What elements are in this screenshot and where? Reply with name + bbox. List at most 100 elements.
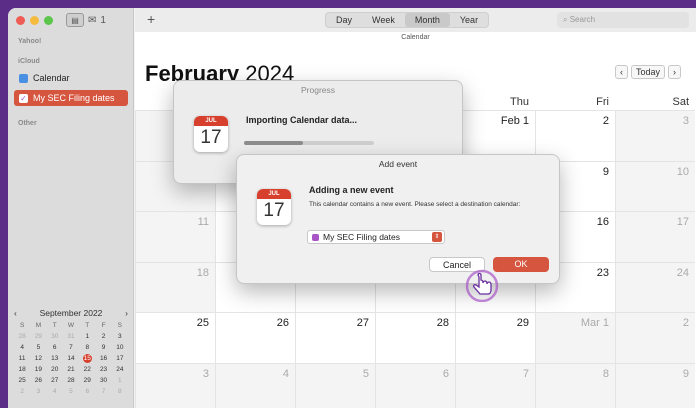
sec-checkbox-icon[interactable]: ✓ [19, 93, 28, 103]
day-cell[interactable]: 27 [295, 312, 375, 363]
mini-day[interactable]: 10 [112, 343, 128, 352]
inbox-icon[interactable]: ✉ [88, 15, 96, 26]
mini-day[interactable]: 16 [95, 354, 111, 363]
sidebar-item-sec-filing-dates[interactable]: ✓ My SEC Filing dates [14, 90, 128, 106]
mini-day[interactable]: 31 [63, 332, 79, 341]
mini-day[interactable]: 15 [82, 354, 92, 363]
tab-year[interactable]: Year [450, 13, 488, 27]
chevron-right-icon[interactable]: › [668, 65, 682, 79]
day-cell[interactable]: 8 [535, 362, 615, 408]
chevron-left-icon[interactable]: ‹ [14, 308, 17, 318]
search-input[interactable]: ⌕ Search [557, 12, 689, 28]
tab-day[interactable]: Day [326, 13, 362, 27]
day-cell[interactable]: 28 [375, 312, 455, 363]
chevron-left-icon[interactable]: ‹ [615, 65, 628, 79]
mini-day[interactable]: 30 [95, 376, 111, 385]
mini-day[interactable]: 2 [14, 387, 30, 396]
mini-day[interactable]: 3 [112, 332, 128, 341]
calendar-checkbox[interactable] [19, 73, 28, 83]
day-cell[interactable]: 5 [295, 362, 375, 408]
mini-day[interactable]: 8 [79, 343, 95, 352]
mini-day[interactable]: 13 [47, 354, 63, 363]
mini-dow: S [117, 322, 123, 329]
mini-day[interactable]: 28 [63, 376, 79, 385]
section-yahoo: Yahoo! [18, 38, 42, 45]
mini-day[interactable]: 4 [14, 343, 30, 352]
ok-button[interactable]: OK [493, 257, 549, 272]
calendar-list-icon[interactable]: ▤ [66, 13, 84, 27]
add-event-dialog-title: Add event [378, 159, 418, 169]
window-controls [16, 16, 53, 25]
mini-day[interactable]: 8 [112, 387, 128, 396]
mini-day[interactable]: 6 [79, 387, 95, 396]
zoom-button[interactable] [44, 16, 53, 25]
day-cell[interactable]: 17 [615, 211, 695, 262]
sidebar-item-calendar[interactable]: Calendar [14, 70, 128, 86]
calendar-app-icon: JUL 17 [194, 116, 228, 152]
day-cell[interactable]: 3 [135, 362, 215, 408]
day-cell[interactable]: 6 [375, 362, 455, 408]
calendar-app-icon: JUL 17 [257, 189, 291, 225]
day-cell[interactable]: 2 [615, 312, 695, 363]
day-header-fri: Fri [596, 96, 609, 108]
destination-calendar-select[interactable]: My SEC Filing dates ⇕ [307, 230, 445, 244]
day-cell[interactable]: 9 [615, 362, 695, 408]
mini-day[interactable]: 1 [112, 376, 128, 385]
mini-day[interactable]: 7 [95, 387, 111, 396]
day-cell[interactable]: 11 [135, 211, 215, 262]
progress-bar [244, 141, 374, 145]
mini-day[interactable]: 5 [63, 387, 79, 396]
mini-day[interactable]: 12 [30, 354, 46, 363]
tab-week[interactable]: Week [362, 13, 405, 27]
day-cell[interactable]: 18 [135, 261, 215, 312]
mini-day[interactable]: 1 [79, 332, 95, 341]
chevron-right-icon[interactable]: › [125, 308, 128, 318]
day-cell[interactable]: 2 [535, 110, 615, 161]
mini-day[interactable]: 22 [79, 365, 95, 374]
mini-dow: F [101, 322, 106, 329]
add-event-icon[interactable]: + [147, 11, 155, 27]
day-cell[interactable]: Mar 1 [535, 312, 615, 363]
mini-day[interactable]: 21 [63, 365, 79, 374]
day-cell[interactable]: 24 [615, 261, 695, 312]
mini-day[interactable]: 23 [95, 365, 111, 374]
mini-day[interactable]: 19 [30, 365, 46, 374]
mini-day[interactable]: 29 [30, 332, 46, 341]
minimize-button[interactable] [30, 16, 39, 25]
mini-day[interactable]: 25 [14, 376, 30, 385]
day-cell[interactable]: 3 [615, 110, 695, 161]
day-cell[interactable]: 26 [215, 312, 295, 363]
mini-day[interactable]: 4 [47, 387, 63, 396]
tab-month[interactable]: Month [404, 13, 450, 27]
mini-day[interactable]: 14 [63, 354, 79, 363]
mini-day[interactable]: 3 [30, 387, 46, 396]
mini-day[interactable]: 5 [30, 343, 46, 352]
mini-calendar-title: September 2022 [39, 308, 103, 318]
close-button[interactable] [16, 16, 25, 25]
day-cell[interactable]: Feb 1 [455, 110, 535, 161]
mini-day[interactable]: 6 [47, 343, 63, 352]
mini-day[interactable]: 2 [95, 332, 111, 341]
mini-day[interactable]: 9 [95, 343, 111, 352]
mini-day[interactable]: 11 [14, 354, 30, 363]
view-switcher: Day Week Month Year [325, 12, 490, 28]
mini-day[interactable]: 24 [112, 365, 128, 374]
section-icloud: iCloud [18, 58, 40, 65]
day-cell[interactable]: 10 [615, 160, 695, 211]
mini-day[interactable]: 27 [47, 376, 63, 385]
day-cell[interactable]: 25 [135, 312, 215, 363]
chevron-updown-icon: ⇕ [432, 232, 442, 242]
today-button[interactable]: Today [631, 65, 666, 79]
mini-day[interactable]: 7 [63, 343, 79, 352]
day-cell[interactable]: 7 [455, 362, 535, 408]
mini-day[interactable]: 28 [14, 332, 30, 341]
day-cell[interactable]: 29 [455, 312, 535, 363]
mini-day[interactable]: 29 [79, 376, 95, 385]
mini-day[interactable]: 20 [47, 365, 63, 374]
mini-day[interactable]: 17 [112, 354, 128, 363]
day-cell[interactable]: 4 [215, 362, 295, 408]
mini-day[interactable]: 18 [14, 365, 30, 374]
calendar-window: ▤ ✉ 1 Yahoo! iCloud Calendar ✓ My SEC Fi… [8, 8, 696, 408]
mini-day[interactable]: 26 [30, 376, 46, 385]
mini-day[interactable]: 30 [47, 332, 63, 341]
